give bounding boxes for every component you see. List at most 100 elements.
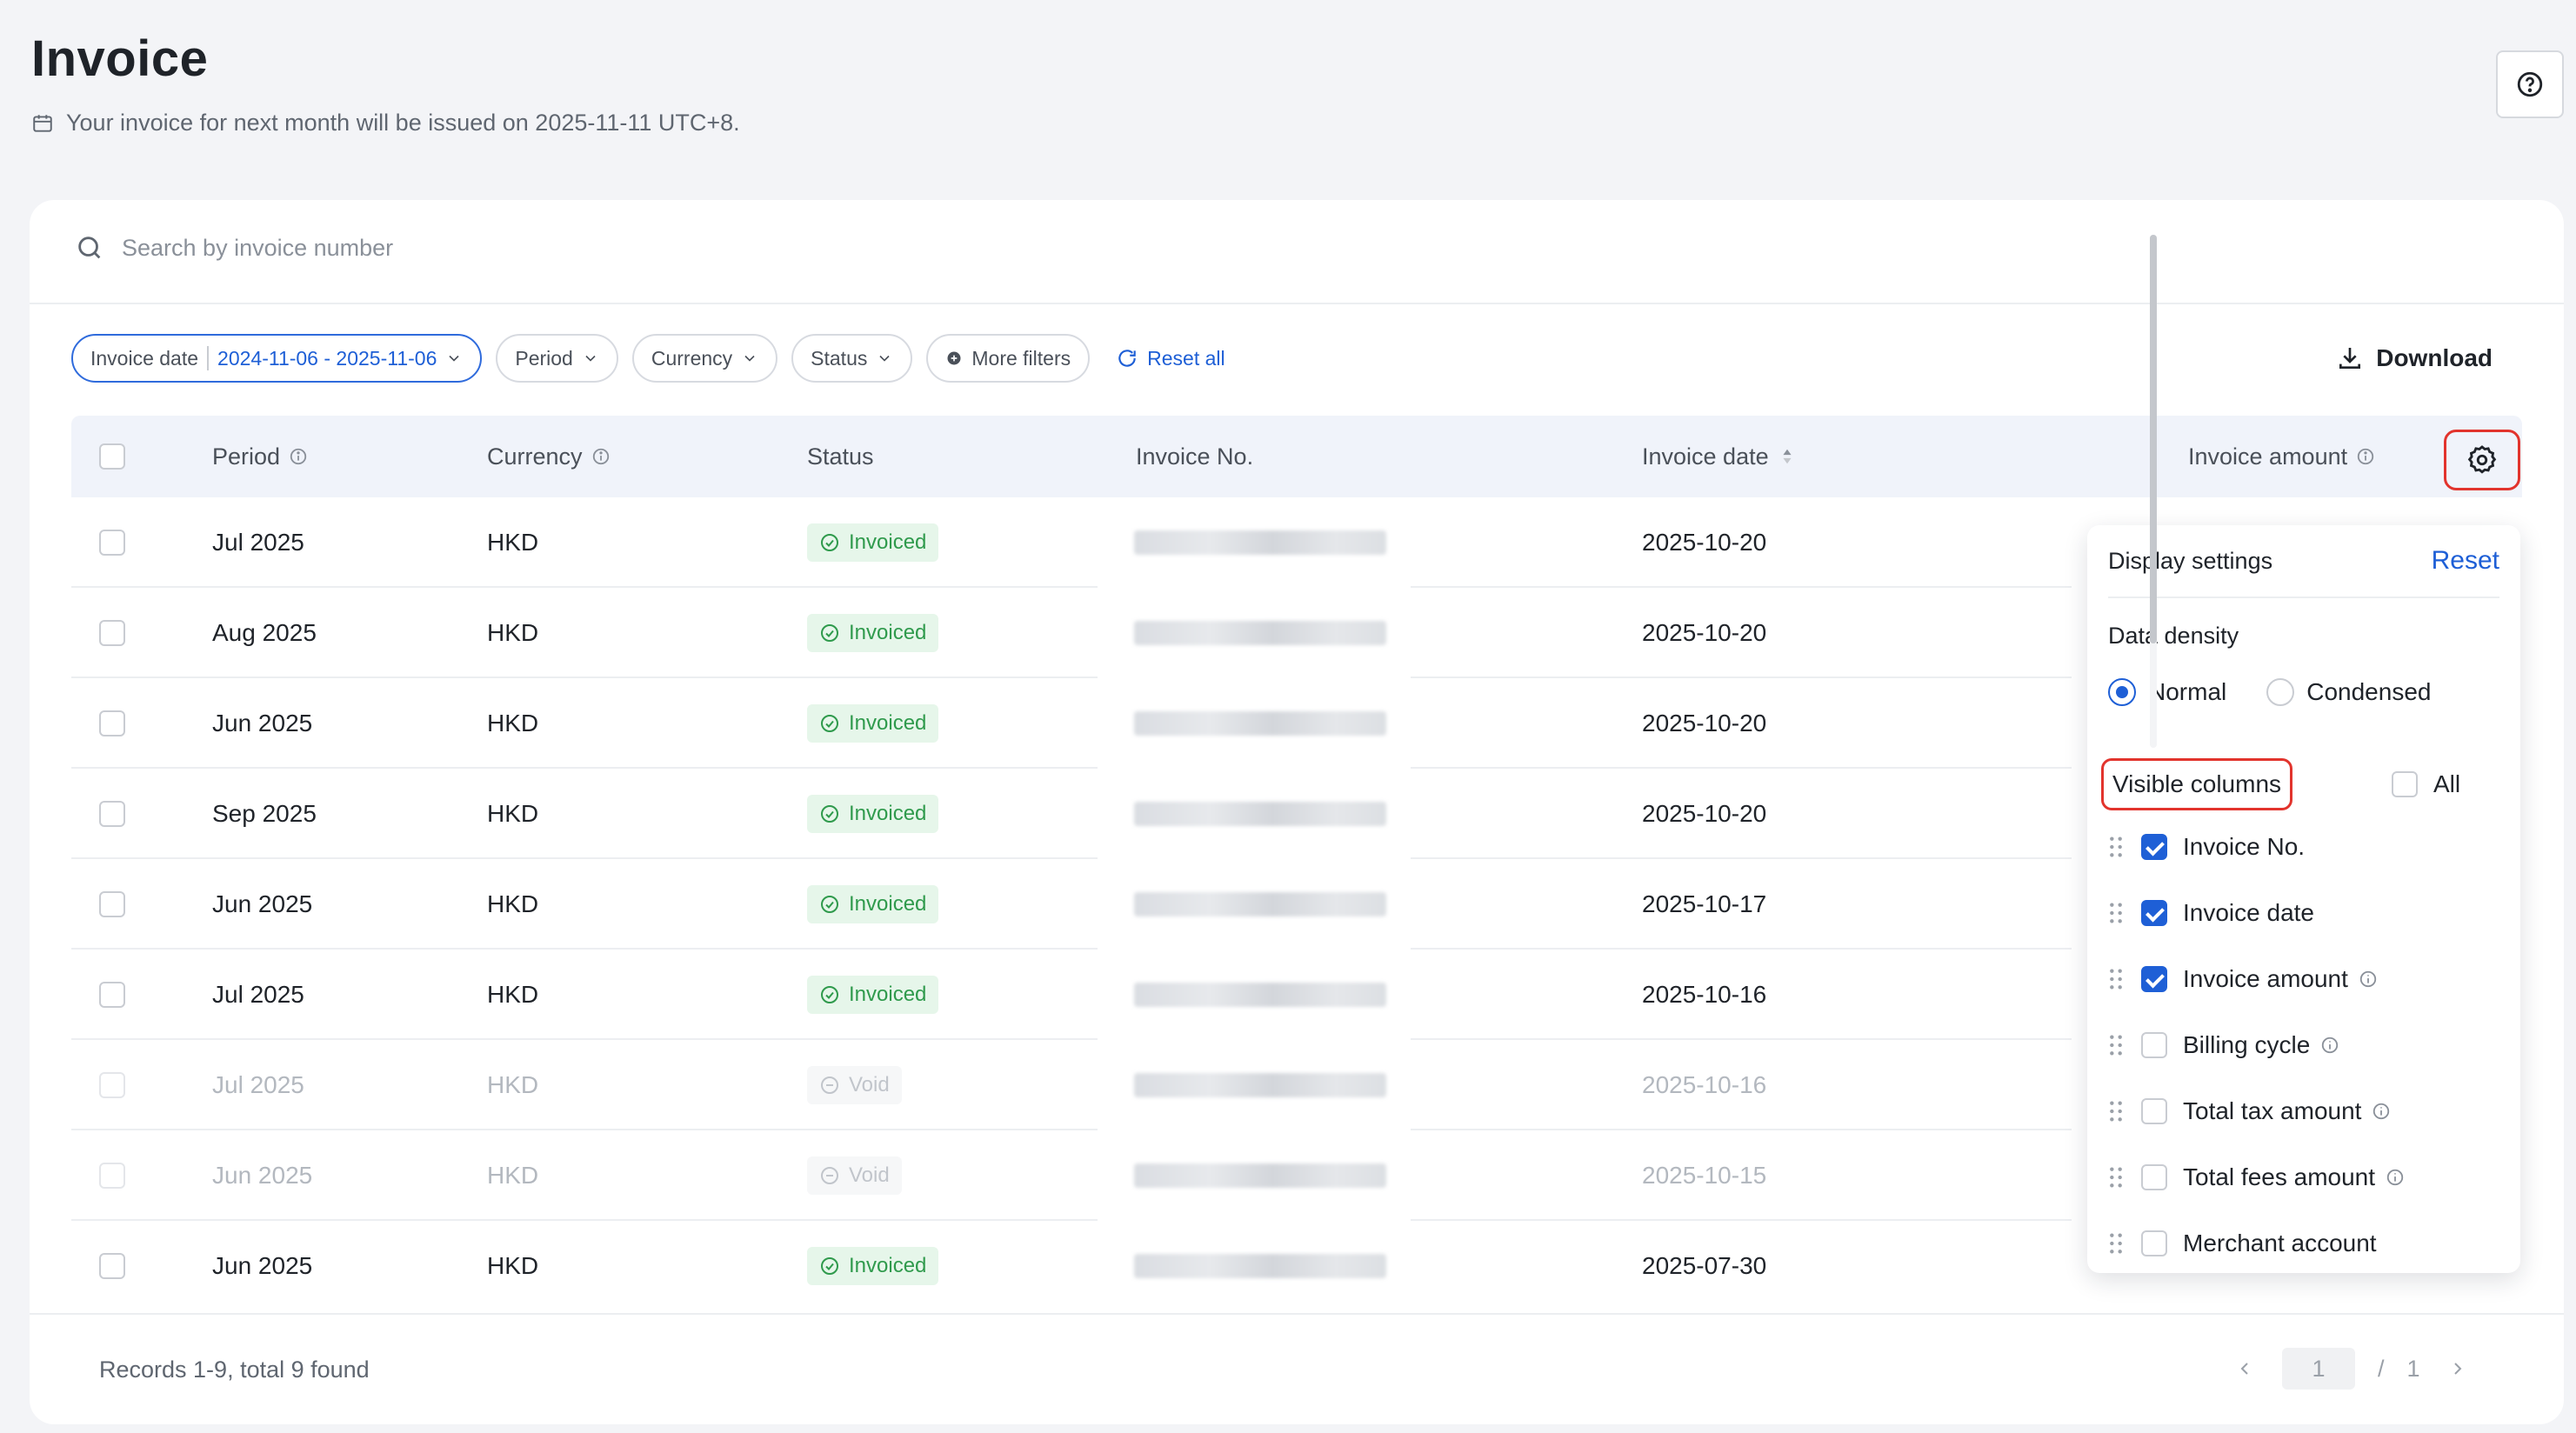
column-option-checkbox[interactable] (2141, 834, 2167, 860)
row-checkbox[interactable] (99, 1253, 125, 1279)
more-filters-button[interactable]: More filters (926, 334, 1091, 383)
drag-handle-icon[interactable] (2106, 1165, 2126, 1190)
drag-handle-icon[interactable] (2106, 1033, 2126, 1057)
search-input[interactable]: Search by invoice number (122, 235, 393, 262)
row-checkbox[interactable] (99, 982, 125, 1008)
download-button[interactable]: Download (2336, 344, 2493, 372)
density-condensed-label[interactable]: Condensed (2306, 678, 2431, 706)
row-checkbox[interactable] (99, 620, 125, 646)
total-pages: 1 (2406, 1355, 2420, 1382)
check-circle-icon (821, 534, 838, 551)
column-header-invoice-amount[interactable]: Invoice amount (2188, 416, 2375, 497)
currency-filter[interactable]: Currency (631, 334, 778, 383)
cell-invoice-no[interactable] (1134, 678, 1386, 769)
currency-filter-label: Currency (651, 346, 733, 370)
row-checkbox[interactable] (99, 530, 125, 556)
prev-page-button[interactable] (2230, 1354, 2259, 1383)
cell-invoice-no[interactable] (1134, 497, 1386, 588)
status-badge-label: Invoiced (849, 983, 927, 1006)
column-option-checkbox[interactable] (2141, 1032, 2167, 1058)
column-option-checkbox[interactable] (2141, 1098, 2167, 1124)
cell-invoice-no[interactable] (1134, 1040, 1386, 1130)
cell-invoice-no[interactable] (1134, 859, 1386, 950)
check-circle-icon (821, 624, 838, 642)
status-badge-label: Void (849, 1073, 890, 1096)
select-all-checkbox[interactable] (99, 443, 125, 470)
row-select-cell (99, 950, 125, 1040)
column-header-period[interactable]: Period (212, 416, 308, 497)
search-icon (78, 237, 101, 259)
sort-icon[interactable] (1778, 447, 1797, 466)
info-icon[interactable] (2356, 447, 2375, 466)
void-icon (821, 1076, 838, 1094)
column-header-status[interactable]: Status (807, 416, 874, 497)
column-option-checkbox[interactable] (2141, 1230, 2167, 1256)
column-option[interactable]: Merchant account (2106, 1226, 2377, 1261)
cell-status: Invoiced (807, 678, 939, 769)
search-bar[interactable]: Search by invoice number (75, 233, 393, 263)
column-option[interactable]: Invoice amount (2106, 962, 2378, 996)
row-checkbox[interactable] (99, 891, 125, 917)
current-page-input[interactable]: 1 (2282, 1348, 2355, 1390)
density-condensed-radio[interactable] (2266, 678, 2295, 706)
cell-invoice-no[interactable] (1134, 769, 1386, 859)
panel-scrollbar-thumb[interactable] (2150, 235, 2157, 643)
cell-currency: HKD (487, 619, 539, 646)
status-badge-label: Invoiced (849, 892, 927, 916)
drag-handle-icon[interactable] (2106, 901, 2126, 925)
period-filter[interactable]: Period (496, 334, 618, 383)
cell-invoice-no[interactable] (1134, 950, 1386, 1040)
drag-handle-icon[interactable] (2106, 835, 2126, 859)
status-filter[interactable]: Status (791, 334, 913, 383)
drag-handle-icon[interactable] (2106, 1099, 2126, 1123)
density-normal-radio[interactable] (2108, 678, 2136, 706)
info-icon[interactable] (289, 447, 308, 466)
column-option[interactable]: Invoice date (2106, 896, 2314, 930)
cell-period: Jun 2025 (212, 1252, 313, 1279)
plus-circle-icon (947, 351, 961, 365)
cell-period: Jun 2025 (212, 890, 313, 917)
info-icon[interactable] (591, 447, 611, 466)
filter-bar: Invoice date 2024-11-06 - 2025-11-06 Per… (71, 334, 1225, 383)
column-option-checkbox[interactable] (2141, 1164, 2167, 1190)
column-header-currency[interactable]: Currency (487, 416, 611, 497)
gear-icon (2467, 445, 2497, 474)
drag-handle-icon[interactable] (2106, 967, 2126, 991)
reset-all-button[interactable]: Reset all (1104, 347, 1225, 370)
density-normal-label[interactable]: Normal (2148, 678, 2226, 706)
column-header-invoice-date[interactable]: Invoice date (1642, 416, 1797, 497)
column-settings-button[interactable] (2444, 430, 2520, 490)
column-option[interactable]: Billing cycle (2106, 1028, 2339, 1063)
cell-invoice-no[interactable] (1134, 1130, 1386, 1221)
row-select-cell (99, 588, 125, 678)
cell-currency: HKD (487, 890, 539, 917)
pagination: 1 / 1 (2230, 1348, 2473, 1390)
info-icon[interactable] (2320, 1036, 2339, 1055)
column-option-checkbox[interactable] (2141, 966, 2167, 992)
cell-invoice-no[interactable] (1134, 588, 1386, 678)
invoice-date-filter[interactable]: Invoice date 2024-11-06 - 2025-11-06 (71, 334, 483, 383)
all-columns-checkbox[interactable] (2392, 771, 2418, 797)
info-icon[interactable] (2372, 1102, 2391, 1121)
column-option[interactable]: Total fees amount (2106, 1160, 2405, 1195)
drag-handle-icon[interactable] (2106, 1231, 2126, 1256)
column-option-checkbox[interactable] (2141, 900, 2167, 926)
next-page-button[interactable] (2443, 1354, 2473, 1383)
divider (30, 1313, 2564, 1315)
chevron-left-icon (2240, 1363, 2248, 1375)
column-header-invoice-no[interactable]: Invoice No. (1136, 416, 1253, 497)
row-select-cell (99, 678, 125, 769)
column-option[interactable]: Invoice No. (2106, 830, 2305, 864)
row-checkbox[interactable] (99, 710, 125, 736)
status-badge: Void (807, 1066, 902, 1104)
row-checkbox[interactable] (99, 801, 125, 827)
cell-invoice-no[interactable] (1134, 1221, 1386, 1311)
help-button[interactable] (2496, 50, 2564, 118)
cell-currency: HKD (487, 1162, 539, 1189)
info-icon[interactable] (2386, 1168, 2405, 1187)
select-all-columns[interactable]: All (2392, 770, 2460, 798)
display-settings-reset-button[interactable]: Reset (2432, 546, 2499, 576)
column-option[interactable]: Total tax amount (2106, 1094, 2391, 1129)
cell-period: Jun 2025 (212, 710, 313, 736)
info-icon[interactable] (2359, 970, 2378, 989)
